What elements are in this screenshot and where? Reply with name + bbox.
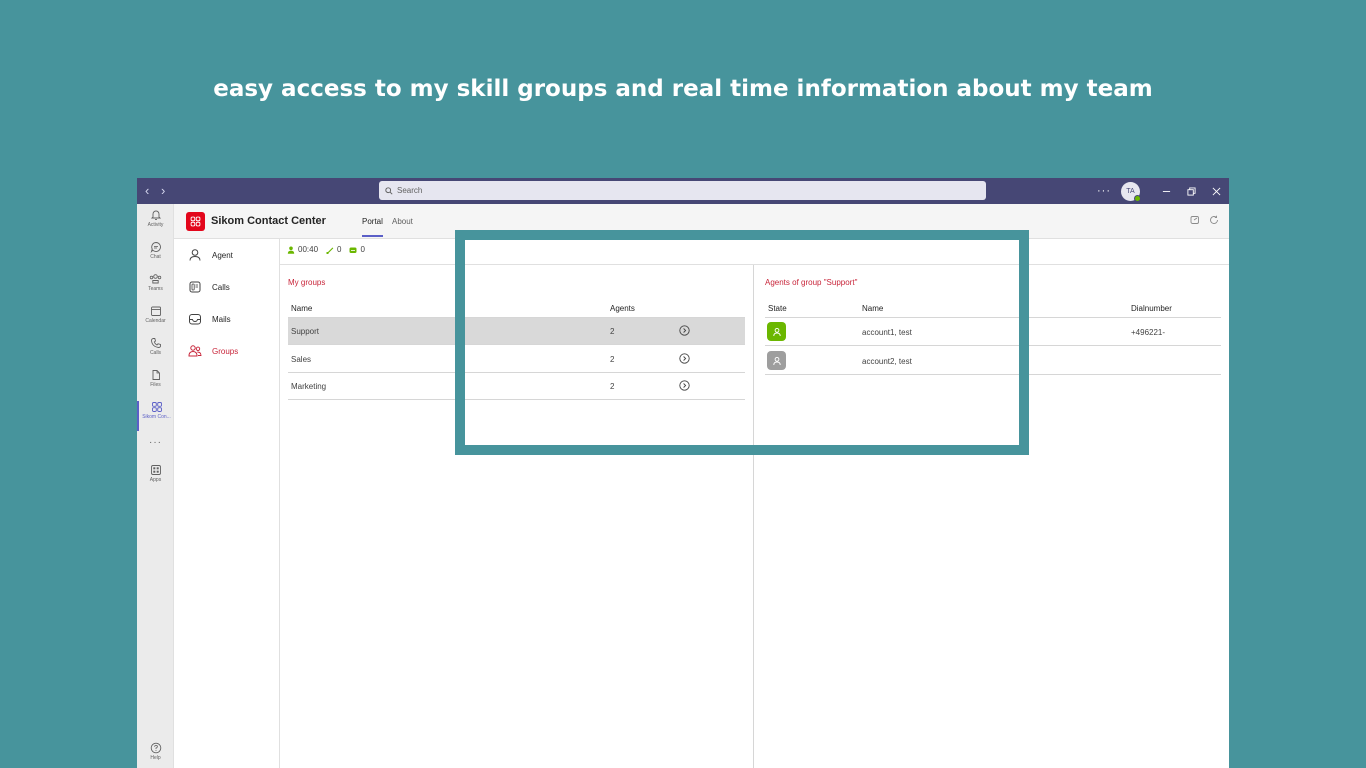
menu-item-label: Mails [212, 314, 231, 324]
search-input[interactable] [397, 186, 947, 195]
rail-item-label: Teams [148, 286, 163, 292]
popout-icon[interactable] [1190, 215, 1200, 225]
refresh-icon[interactable] [1209, 215, 1219, 225]
minimize-button[interactable] [1154, 178, 1179, 204]
menu-item-calls[interactable]: Calls [188, 280, 230, 294]
agent-status-bar: 00:40 0 0 [287, 245, 373, 254]
title-bar: ‹ › ··· TA [137, 178, 1229, 204]
phone-icon [150, 338, 161, 348]
rail-item-calls[interactable]: Calls [137, 337, 174, 367]
menu-item-label: Groups [212, 346, 239, 356]
tab-about[interactable]: About [392, 217, 413, 226]
group-name: Sales [291, 355, 312, 364]
avatar[interactable]: TA [1121, 181, 1141, 202]
my-groups-title: My groups [288, 278, 326, 287]
rail-item-label: Calls [149, 350, 162, 356]
close-icon [1212, 187, 1221, 195]
forward-arrow-icon[interactable]: › [161, 183, 165, 198]
column-header-name: Name [291, 304, 313, 313]
left-rail: Activity Chat Teams Calendar Calls Files… [137, 204, 174, 768]
rail-item-label: Activity [147, 222, 164, 228]
file-icon [152, 370, 160, 380]
menu-item-mails[interactable]: Mails [188, 312, 231, 326]
app-grid-icon [151, 402, 162, 412]
side-menu: Agent Calls Mails Groups [174, 239, 280, 768]
rail-item-calendar[interactable]: Calendar [137, 305, 174, 335]
menu-item-label: Calls [212, 282, 230, 292]
more-options-icon[interactable]: ··· [1097, 185, 1111, 197]
rail-more-button[interactable]: ··· [137, 437, 174, 451]
status-calls-value: 0 [337, 245, 342, 254]
calendar-icon [150, 306, 161, 316]
presence-available-icon [1134, 194, 1141, 202]
search-box[interactable] [379, 181, 986, 200]
rail-item-help[interactable]: Help [137, 742, 174, 768]
rail-item-label: Sikom Con... [142, 414, 171, 420]
rail-item-chat[interactable]: Chat [137, 241, 174, 271]
bell-icon [150, 210, 161, 220]
highlight-frame [455, 230, 1029, 455]
search-icon [385, 186, 393, 195]
tab-portal[interactable]: Portal [362, 217, 383, 226]
group-name: Marketing [291, 382, 327, 391]
teams-icon [149, 274, 162, 284]
rail-item-label: Apps [149, 477, 162, 483]
headline: easy access to my skill groups and real … [213, 76, 1153, 102]
apps-icon [150, 465, 161, 475]
rail-item-label: Chat [150, 254, 161, 260]
rail-item-sikom[interactable]: Sikom Con... [137, 401, 174, 431]
mail-icon [189, 314, 201, 325]
menu-item-label: Agent [212, 250, 233, 260]
menu-item-agent[interactable]: Agent [188, 248, 233, 262]
status-mails-value: 0 [360, 245, 365, 254]
status-time: 00:40 [287, 245, 318, 254]
sikom-logo-icon [186, 212, 205, 231]
restore-icon [1187, 186, 1196, 196]
back-arrow-icon[interactable]: ‹ [145, 183, 149, 198]
column-header-dialnumber: Dialnumber [1131, 304, 1172, 313]
rail-item-files[interactable]: Files [137, 369, 174, 399]
rail-item-teams[interactable]: Teams [137, 273, 174, 303]
rail-item-label: Help [150, 755, 161, 761]
avatar-initials: TA [1126, 187, 1135, 195]
rail-item-apps[interactable]: Apps [137, 464, 174, 494]
groups-icon [188, 345, 202, 357]
app-title: Sikom Contact Center [211, 215, 326, 227]
rail-item-activity[interactable]: Activity [137, 209, 174, 239]
status-time-value: 00:40 [298, 245, 319, 254]
active-tab-indicator [362, 235, 383, 237]
mail-status-icon [349, 247, 357, 253]
restore-button[interactable] [1179, 178, 1204, 204]
rail-item-label: Files [150, 382, 161, 388]
more-options-icon: ··· [149, 437, 162, 448]
menu-item-groups[interactable]: Groups [188, 344, 238, 358]
chat-icon [150, 242, 161, 253]
minimize-icon [1162, 190, 1171, 192]
status-mails: 0 [349, 245, 365, 254]
agent-dialnumber: +496221- [1131, 328, 1166, 337]
person-status-icon [287, 246, 295, 254]
help-icon [150, 742, 161, 754]
status-calls: 0 [326, 245, 341, 254]
rail-item-label: Calendar [145, 318, 166, 324]
calls-icon [189, 281, 201, 293]
group-name: Support [291, 327, 320, 336]
phone-status-icon [326, 247, 334, 254]
person-icon [189, 249, 201, 261]
close-button[interactable] [1204, 178, 1229, 204]
